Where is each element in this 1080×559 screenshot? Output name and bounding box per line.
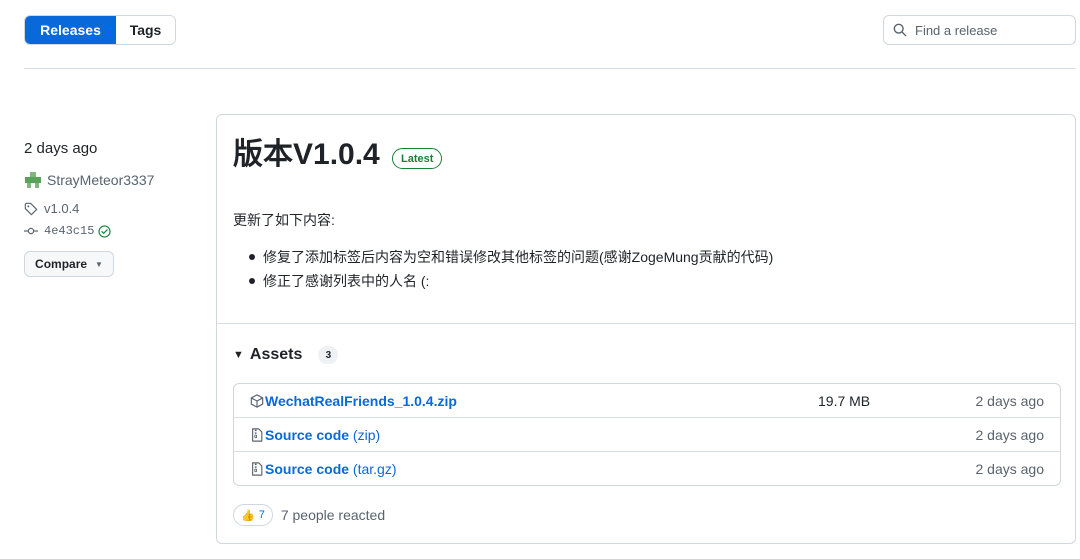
asset-row: WechatRealFriends_1.0.4.zip 19.7 MB 2 da… — [234, 384, 1060, 418]
release-author[interactable]: StrayMeteor3337 — [24, 171, 154, 189]
file-zip-icon — [252, 462, 263, 476]
release-search[interactable] — [883, 15, 1076, 45]
thumbs-up-icon: 👍 — [241, 509, 255, 522]
caret-down-icon: ▼ — [95, 259, 103, 269]
file-zip-icon — [252, 427, 263, 442]
compare-button[interactable]: Compare ▼ — [24, 251, 114, 277]
triangle-down-icon: ▼ — [233, 349, 244, 361]
verified-check-icon — [98, 224, 112, 238]
release-title[interactable]: 版本V1.0.4 — [233, 137, 380, 173]
header-divider — [24, 68, 1076, 69]
asset-row: Source code (tar.gz) 2 days ago — [234, 452, 1060, 486]
avatar — [24, 171, 42, 189]
list-item: 修复了添加标签后内容为空和错误修改其他标签的问题(感谢ZogeMung贡献的代码… — [247, 248, 773, 272]
author-name[interactable]: StrayMeteor3337 — [47, 172, 154, 188]
tag-icon — [24, 202, 38, 215]
asset-link[interactable]: Source code (zip) — [265, 427, 380, 443]
release-notes-list: 修复了添加标签后内容为空和错误修改其他标签的问题(感谢ZogeMung贡献的代码… — [247, 248, 773, 296]
asset-date: 2 days ago — [975, 392, 1045, 409]
thumbs-up-reaction-button[interactable]: 👍 7 — [233, 504, 273, 526]
tab-tags[interactable]: Tags — [116, 16, 175, 44]
commit-icon — [24, 227, 38, 235]
package-icon — [250, 393, 264, 408]
list-item: 修正了感谢列表中的人名 (: — [247, 272, 773, 296]
search-icon — [893, 23, 907, 37]
assets-label: Assets — [249, 346, 303, 363]
tag-label[interactable]: v1.0.4 — [44, 201, 79, 216]
asset-link[interactable]: Source code (tar.gz) — [265, 461, 397, 477]
asset-date: 2 days ago — [975, 426, 1045, 443]
commit-sha[interactable]: 4e43c15 — [44, 224, 94, 238]
reaction-count: 7 — [258, 509, 265, 521]
asset-date: 2 days ago — [975, 461, 1045, 477]
latest-badge: Latest — [392, 148, 443, 169]
compare-label: Compare — [35, 257, 88, 271]
asset-link[interactable]: WechatRealFriends_1.0.4.zip — [265, 393, 457, 409]
asset-size: 19.7 MB — [818, 392, 871, 409]
reactions: 👍 7 7 people reacted — [233, 504, 385, 526]
release-notes-intro: 更新了如下内容: — [233, 212, 335, 228]
reactions-summary: 7 people reacted — [280, 507, 386, 523]
release-date: 2 days ago — [24, 140, 98, 157]
release-commit[interactable]: 4e43c15 — [24, 224, 112, 238]
release-tag[interactable]: v1.0.4 — [24, 201, 79, 216]
assets-toggle[interactable]: ▼ Assets 3 — [233, 346, 339, 364]
assets-count: 3 — [318, 346, 339, 364]
release-card: 版本V1.0.4 Latest 更新了如下内容: 修复了添加标签后内容为空和错误… — [216, 114, 1076, 544]
asset-row: Source code (zip) 2 days ago — [234, 418, 1060, 452]
assets-list: WechatRealFriends_1.0.4.zip 19.7 MB 2 da… — [233, 383, 1061, 486]
card-divider — [217, 323, 1075, 324]
search-input[interactable] — [915, 22, 1075, 38]
tab-releases[interactable]: Releases — [25, 16, 116, 44]
release-tabs: Releases Tags — [24, 15, 176, 45]
release-meta: 2 days ago StrayMeteor3337 v1.0.4 4e43c1… — [24, 140, 154, 277]
